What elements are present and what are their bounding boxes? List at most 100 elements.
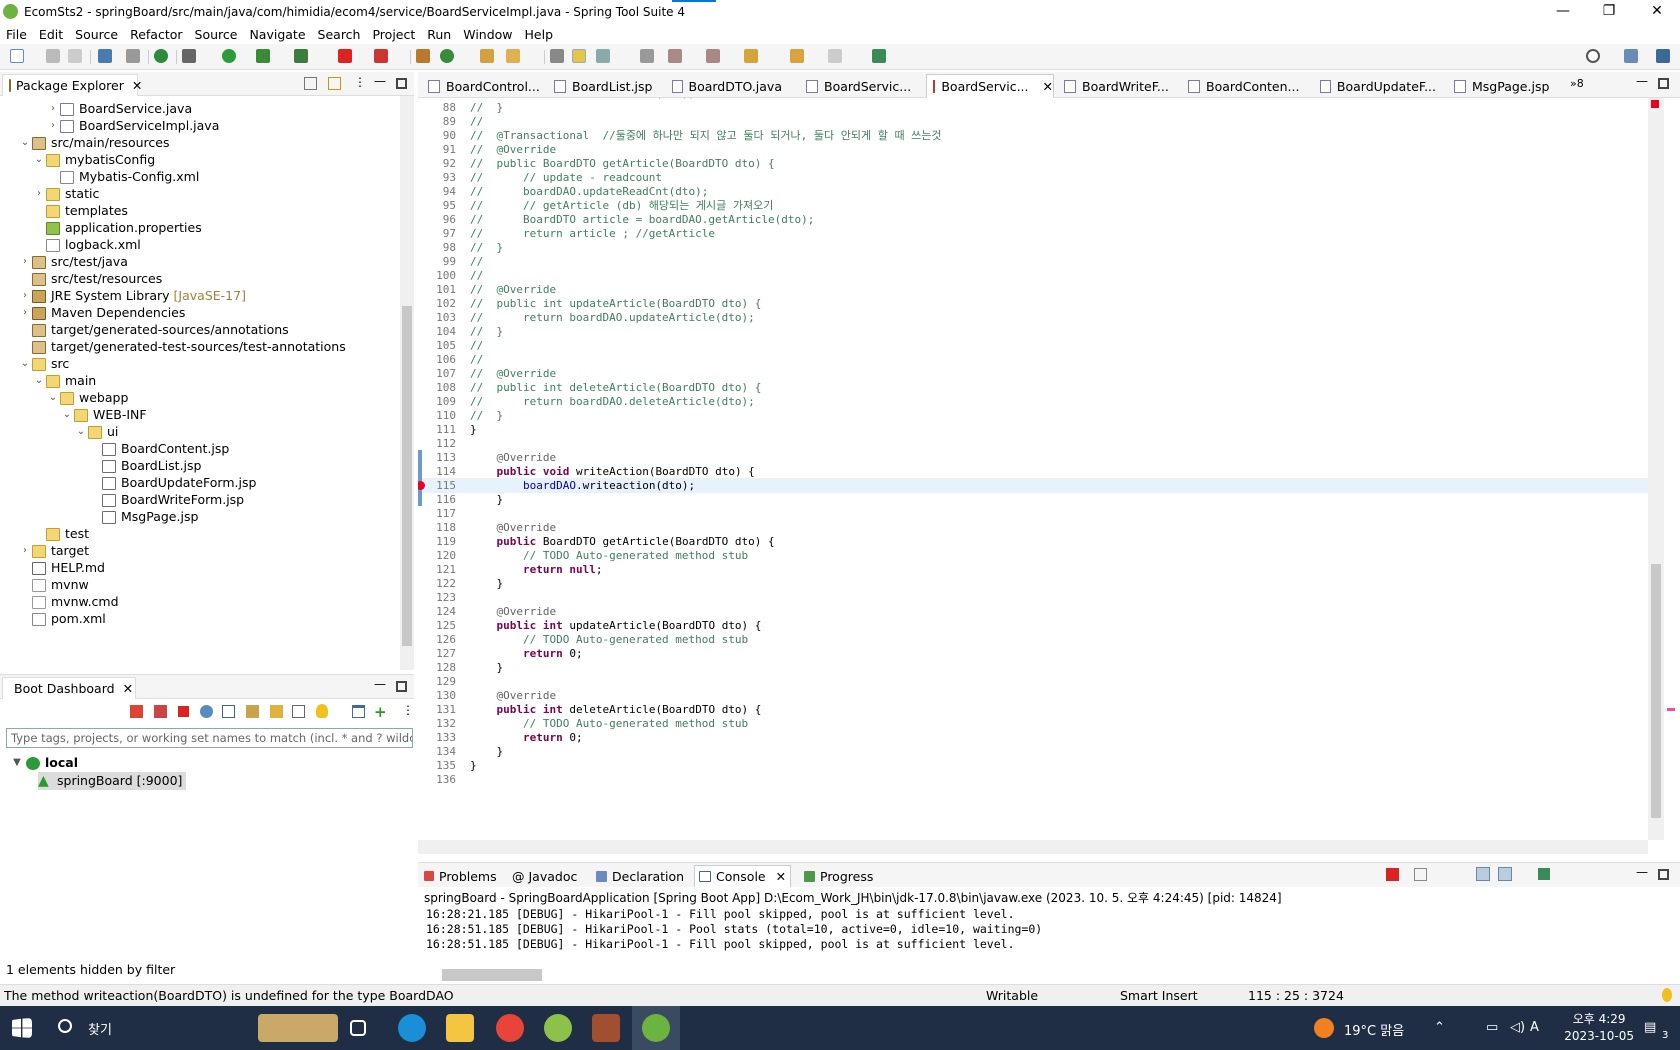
code-line[interactable]: 108 // public int deleteArticle(BoardDTO … (418, 380, 1648, 395)
error-marker-icon[interactable] (1651, 100, 1659, 108)
tree-item[interactable]: › target (18, 542, 89, 560)
spring-boot-icon[interactable] (154, 49, 168, 63)
maximize-button[interactable]: ❐ (1586, 0, 1632, 24)
code-line[interactable]: 135} (418, 758, 1648, 773)
code-line[interactable]: 102 // public int updateArticle(BoardDTO … (418, 296, 1648, 311)
overview-ruler-mark[interactable] (1667, 708, 1675, 711)
console-hscroll-thumb[interactable] (442, 969, 542, 981)
debug-app-icon[interactable] (154, 705, 167, 718)
clear-console-icon[interactable] (1414, 868, 1427, 881)
chevron-down-icon[interactable]: ⌄ (32, 372, 46, 390)
code-line[interactable]: 88 // } (418, 100, 1648, 115)
tab-package-explorer[interactable]: Package Explorer ✕ (2, 74, 142, 96)
tree-item[interactable]: MsgPage.jsp (88, 508, 198, 526)
chrome-icon[interactable] (496, 1014, 524, 1042)
editor-tab-boardwriteform[interactable]: BoardWriteF... (1058, 74, 1176, 98)
minimize-button[interactable]: — (1540, 0, 1586, 24)
tree-item[interactable]: target/generated-test-sources/test-annot… (18, 338, 346, 356)
editor-tab-boardservice[interactable]: BoardServic... (800, 74, 920, 98)
ime-indicator[interactable]: A (1530, 1020, 1539, 1035)
menu-refactor[interactable]: Refactor (124, 27, 188, 42)
minimize-view-icon[interactable]: — (374, 677, 386, 691)
tray-overflow-icon[interactable]: ⌃ (1434, 1020, 1445, 1035)
code-line[interactable]: 94 // boardDAO.updateReadCnt(dto); (418, 184, 1648, 199)
code-editor[interactable]: 87// boardDAO.writeAction(dto);88// }89/… (418, 98, 1648, 840)
menu-project[interactable]: Project (366, 27, 421, 42)
block-selection-icon[interactable] (596, 49, 610, 63)
tree-item[interactable]: › Maven Dependencies (18, 304, 185, 322)
view-menu-icon[interactable]: ⋮ (354, 75, 366, 89)
pin-console-icon[interactable] (1538, 868, 1550, 880)
scroll-lock-icon[interactable] (1476, 867, 1490, 881)
relaunch-icon[interactable] (374, 49, 388, 63)
menu-edit[interactable]: Edit (33, 27, 69, 42)
file-explorer-icon[interactable] (446, 1014, 474, 1042)
new-java-project-icon[interactable] (416, 49, 430, 63)
menu-source-2[interactable]: Source (189, 27, 244, 42)
chevron-down-icon[interactable]: ⌄ (46, 389, 60, 407)
code-line[interactable]: 129 (418, 674, 1648, 689)
code-line[interactable]: 100 // (418, 268, 1648, 283)
boot-filter-input[interactable]: Type tags, projects, or working set name… (6, 728, 413, 748)
code-line[interactable]: 116 } (418, 492, 1648, 507)
tree-item[interactable]: › BoardService.java (46, 100, 192, 118)
maximize-view-icon[interactable] (396, 78, 407, 89)
taskbar-search-label[interactable]: 찾기 (88, 1019, 112, 1038)
tree-item[interactable]: BoardContent.jsp (88, 440, 229, 458)
code-line[interactable]: 104 // } (418, 324, 1648, 339)
tree-item[interactable]: mvnw (18, 576, 89, 594)
code-line[interactable]: 131 public int deleteArticle(BoardDTO dt… (418, 702, 1648, 717)
tree-item[interactable]: Mybatis-Config.xml (46, 168, 199, 186)
last-edit-icon[interactable] (744, 49, 758, 63)
menu-source[interactable]: Source (69, 27, 124, 42)
code-line[interactable]: 128 } (418, 660, 1648, 675)
tree-item[interactable]: BoardList.jsp (88, 457, 201, 475)
tree-item[interactable]: logback.xml (32, 236, 141, 254)
menu-navigate[interactable]: Navigate (243, 27, 311, 42)
code-line[interactable]: 91 // @Override (418, 142, 1648, 157)
chevron-right-icon[interactable]: › (46, 100, 60, 118)
code-line[interactable]: 110 // } (418, 408, 1648, 423)
local-node[interactable]: ▼ local (10, 754, 78, 772)
tab-problems[interactable]: Problems (424, 865, 497, 887)
tree-item[interactable]: ⌄ src/main/resources (18, 134, 170, 152)
highlight-icon[interactable] (572, 49, 586, 63)
tree-item[interactable]: ⌄ src (18, 355, 69, 373)
tree-item[interactable]: ⌄ main (32, 372, 96, 390)
code-line[interactable]: 96 // BoardDTO article = boardDAO.getArti… (418, 212, 1648, 227)
tree-item[interactable]: target/generated-sources/annotations (18, 321, 289, 339)
code-line[interactable]: 109 // return boardDAO.deleteArticle(dto)… (418, 394, 1648, 409)
close-button[interactable]: ✕ (1634, 0, 1680, 24)
run-icon[interactable] (222, 49, 236, 63)
code-line[interactable]: 123 (418, 590, 1648, 605)
code-line[interactable]: 113 @Override (418, 450, 1648, 465)
chevron-down-icon[interactable]: ⌄ (32, 151, 46, 169)
volume-icon[interactable]: ◁) (1510, 1020, 1525, 1035)
code-line[interactable]: 97 // return article ; //getArticle (418, 226, 1648, 241)
tab-declaration[interactable]: Declaration (596, 865, 684, 887)
tree-item[interactable]: › src/test/java (18, 253, 128, 271)
editor-tab-boardcontroller[interactable]: BoardControl... (422, 74, 540, 98)
debug-icon[interactable] (182, 49, 196, 63)
terminal-icon[interactable] (98, 49, 112, 63)
code-line[interactable]: 126 // TODO Auto-generated method stub (418, 632, 1648, 647)
maximize-view-icon[interactable] (396, 681, 407, 692)
code-line[interactable]: 124 @Override (418, 604, 1648, 619)
game-icon[interactable] (592, 1014, 620, 1042)
whitespace-icon[interactable] (640, 49, 654, 63)
properties-icon[interactable] (292, 705, 305, 718)
code-line[interactable]: 136 (418, 772, 1648, 787)
search-icon[interactable] (1586, 49, 1600, 63)
tree-item[interactable]: BoardWriteForm.jsp (88, 491, 244, 509)
tree-item[interactable]: › JRE System Library [JavaSE-17] (18, 287, 246, 305)
code-line[interactable]: 134 } (418, 744, 1648, 759)
chevron-down-icon[interactable]: ⌄ (18, 355, 32, 373)
code-line[interactable]: 118 @Override (418, 520, 1648, 535)
search-tool-icon[interactable] (506, 49, 520, 63)
collapse-all-icon[interactable] (304, 77, 317, 90)
tab-overflow-button[interactable]: »8 (1570, 77, 1584, 90)
code-line[interactable]: 125 public int updateArticle(BoardDTO dt… (418, 618, 1648, 633)
editor-tab-boarddto[interactable]: BoardDTO.java (666, 74, 782, 98)
open-browser-icon[interactable] (200, 705, 213, 718)
editor-vertical-scrollbar[interactable] (1648, 98, 1675, 840)
